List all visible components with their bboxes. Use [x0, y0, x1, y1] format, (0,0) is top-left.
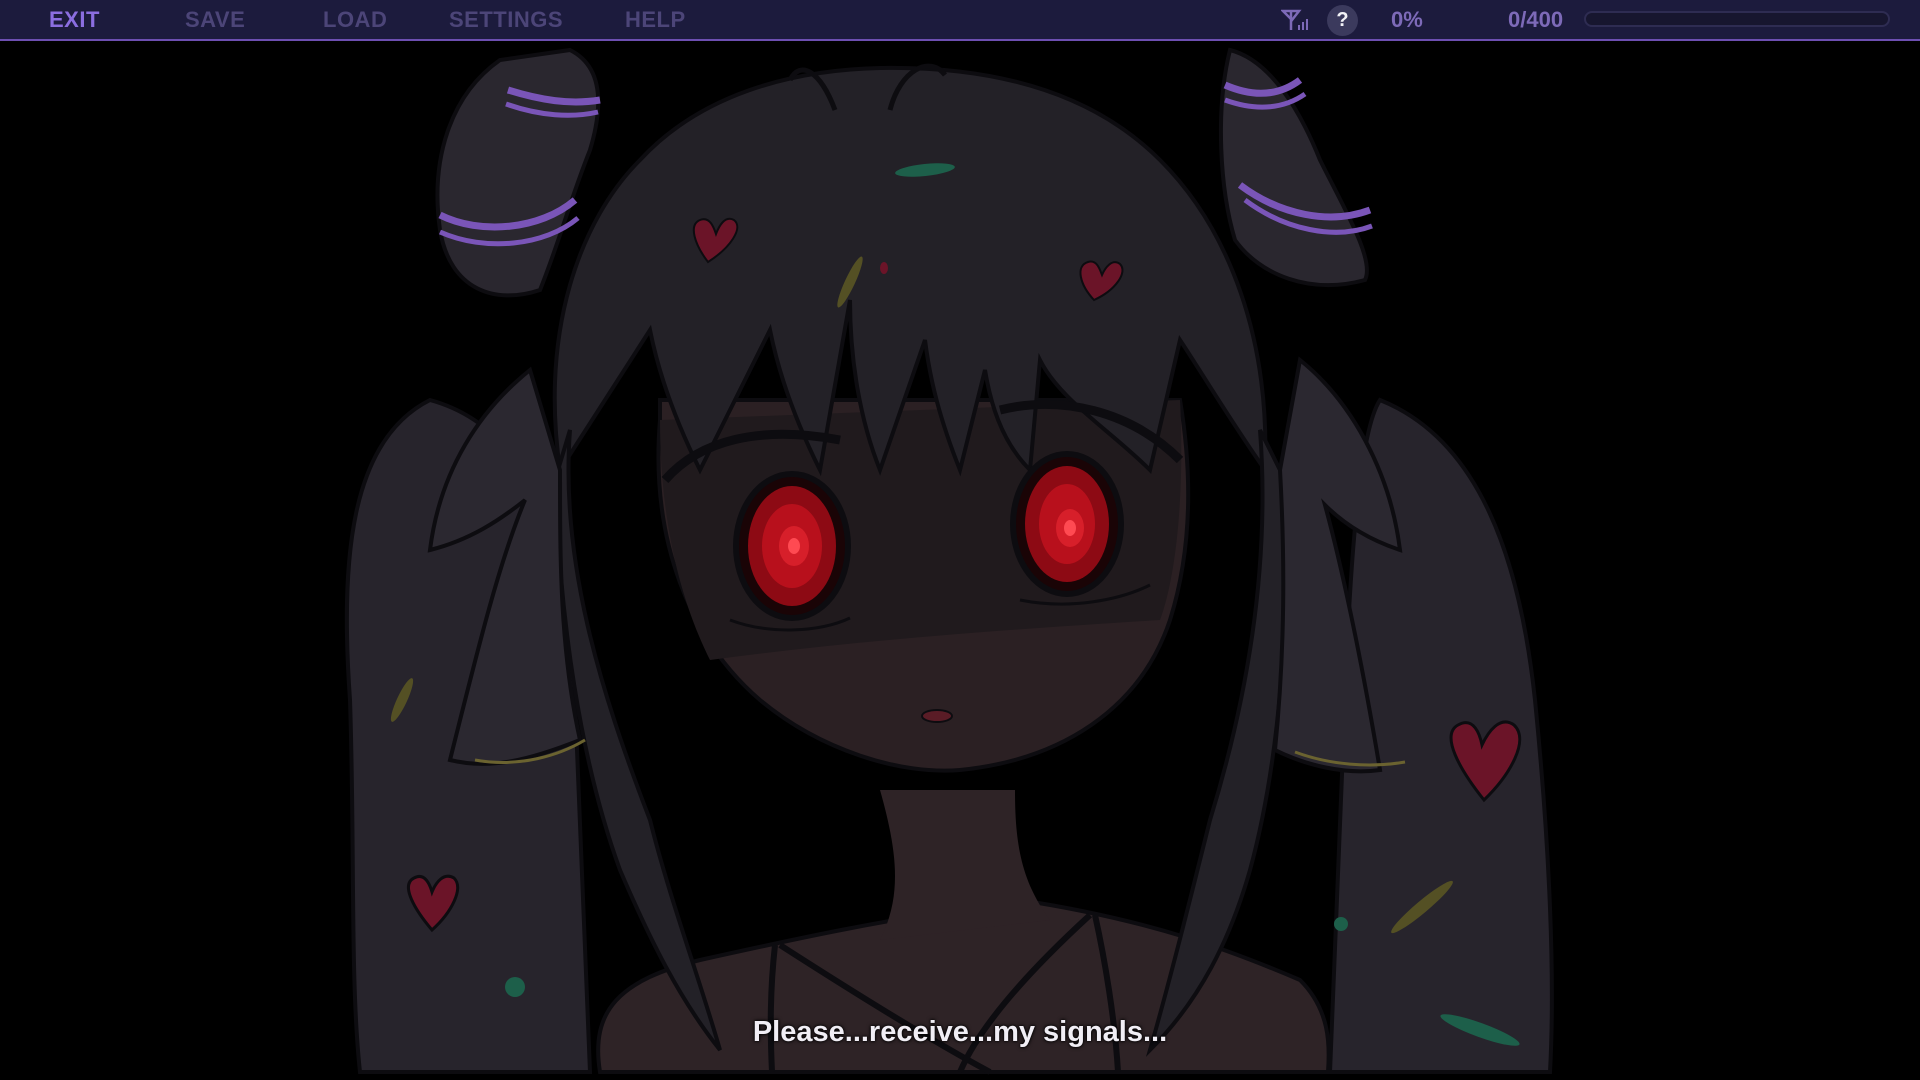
- left-horn: [435, 47, 601, 298]
- save-button[interactable]: SAVE: [185, 6, 245, 34]
- settings-button[interactable]: SETTINGS: [449, 6, 563, 34]
- top-menu-bar: EXIT SAVE LOAD SETTINGS HELP ? 0% 0/400: [0, 0, 1920, 41]
- sparkle-pink: [880, 262, 888, 274]
- load-button[interactable]: LOAD: [323, 6, 387, 34]
- follower-counter: 0/400: [1508, 7, 1564, 32]
- character-scene: [344, 47, 1554, 1075]
- progress-bar: [1584, 11, 1890, 27]
- dialogue-subtitle: Please...receive...my signals...: [752, 1016, 1168, 1048]
- neck: [880, 790, 1050, 940]
- mouth: [921, 709, 953, 723]
- percent-readout: 0%: [1391, 7, 1423, 32]
- exit-button[interactable]: EXIT: [49, 6, 100, 34]
- help-button[interactable]: HELP: [625, 6, 686, 34]
- help-question-button[interactable]: ?: [1327, 5, 1358, 36]
- sparkle-green-3: [505, 977, 525, 997]
- signal-antenna-icon: [1281, 9, 1308, 30]
- left-eye: [733, 471, 851, 621]
- right-eye: [1010, 451, 1124, 597]
- sparkle-green-4: [1334, 917, 1348, 931]
